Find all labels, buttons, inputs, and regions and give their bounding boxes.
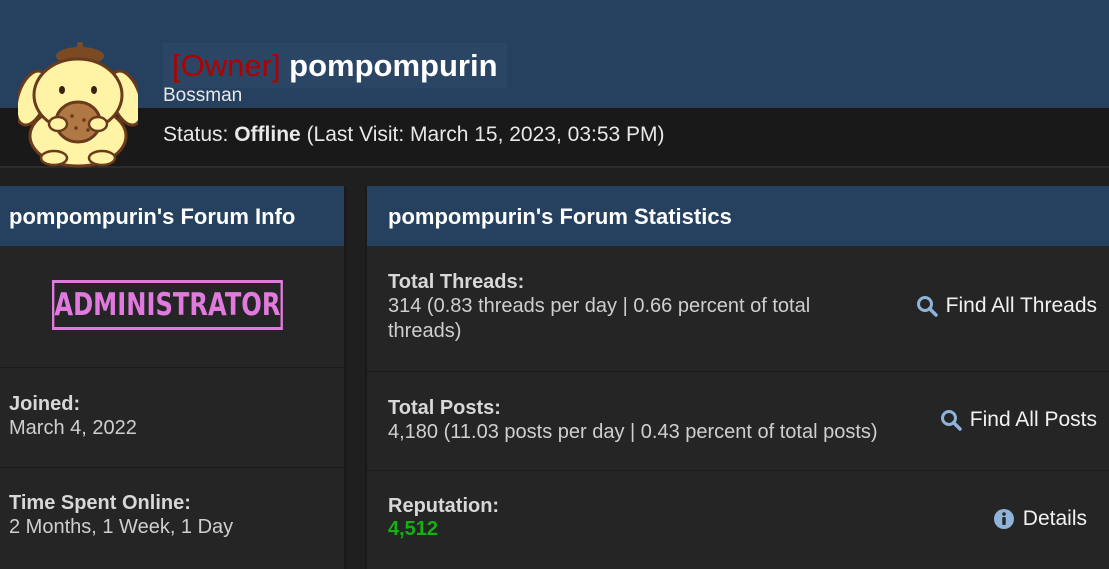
- username: pompompurin: [289, 48, 498, 83]
- find-all-posts-link[interactable]: Find All Posts: [940, 408, 1097, 432]
- reputation-details-link[interactable]: Details: [993, 507, 1087, 531]
- avatar[interactable]: [18, 40, 138, 168]
- search-icon: [940, 410, 962, 431]
- forum-stats-title: pompompurin's Forum Statistics: [367, 186, 1109, 246]
- joined-row: Joined: March 4, 2022: [0, 368, 344, 468]
- status-value: Offline: [234, 123, 301, 146]
- threads-label: Total Threads:: [388, 271, 525, 293]
- posts-row: Total Posts: 4,180 (11.03 posts per day …: [367, 372, 1109, 471]
- reputation-row: Reputation: 4,512 Details: [367, 471, 1109, 569]
- posts-label: Total Posts:: [388, 397, 501, 419]
- find-all-posts-label: Find All Posts: [969, 408, 1097, 431]
- online-value: 2 Months, 1 Week, 1 Day: [9, 516, 234, 538]
- reputation-value: 4,512: [388, 518, 439, 540]
- online-label: Time Spent Online:: [9, 492, 191, 514]
- status-line: Status: Offline (Last Visit: March 15, 2…: [163, 123, 665, 147]
- administrator-badge: ADMINISTRATOR: [52, 280, 283, 330]
- status-label: Status:: [163, 123, 229, 146]
- user-title: Bossman: [163, 85, 243, 106]
- last-visit: (Last Visit: March 15, 2023, 03:53 PM): [306, 123, 665, 146]
- search-icon: [916, 296, 938, 317]
- username-box: [Owner] pompompurin: [163, 43, 507, 88]
- forum-stats-panel: pompompurin's Forum Statistics Total Thr…: [365, 186, 1109, 569]
- joined-label: Joined:: [9, 393, 81, 415]
- details-label: Details: [1022, 507, 1087, 530]
- owner-rank: [Owner]: [172, 48, 281, 83]
- forum-info-panel: pompompurin's Forum Info ADMINISTRATOR J…: [0, 186, 347, 569]
- joined-value: March 4, 2022: [9, 417, 137, 439]
- find-all-threads-link[interactable]: Find All Threads: [916, 294, 1097, 318]
- threads-row: Total Threads: 314 (0.83 threads per day…: [367, 246, 1109, 372]
- badge-row: ADMINISTRATOR: [0, 246, 344, 368]
- reputation-label: Reputation:: [388, 495, 500, 517]
- forum-info-title: pompompurin's Forum Info: [0, 186, 344, 246]
- posts-value: 4,180 (11.03 posts per day | 0.43 percen…: [388, 421, 878, 443]
- online-row: Time Spent Online: 2 Months, 1 Week, 1 D…: [0, 468, 344, 569]
- find-all-threads-label: Find All Threads: [945, 294, 1097, 317]
- threads-value: 314 (0.83 threads per day | 0.66 percent…: [388, 295, 811, 342]
- info-icon: [993, 509, 1014, 529]
